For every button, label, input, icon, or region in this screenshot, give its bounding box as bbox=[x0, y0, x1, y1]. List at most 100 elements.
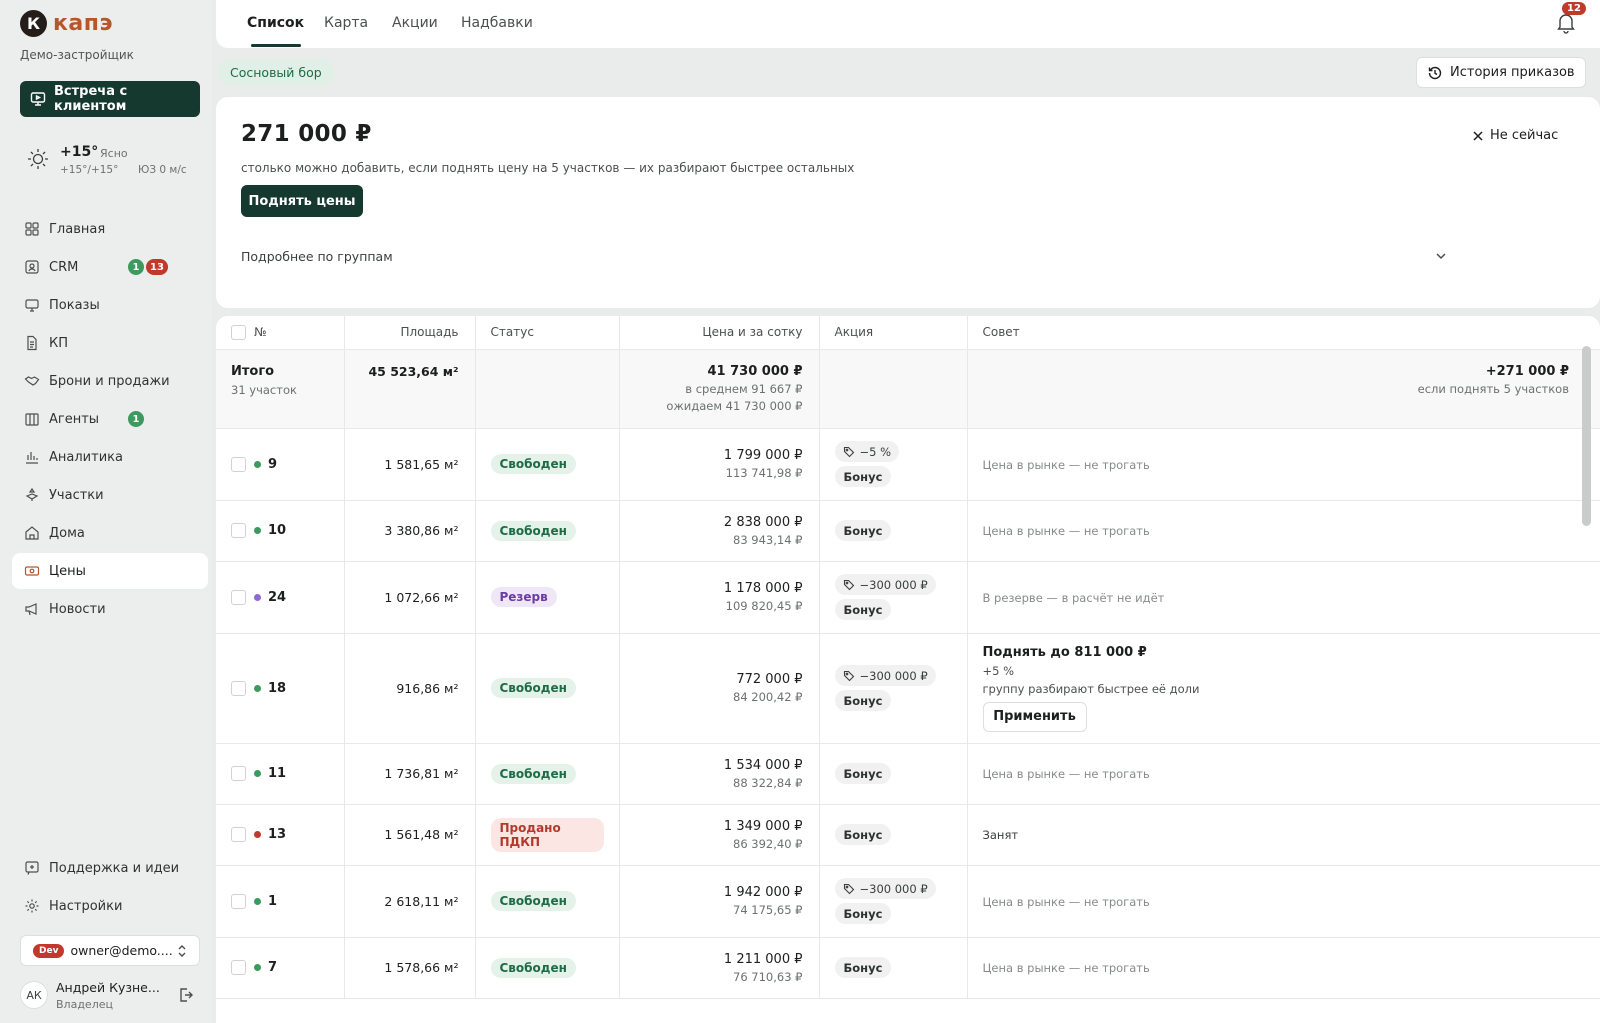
weather-range: +15°/+15° bbox=[60, 164, 119, 176]
lot-number[interactable]: 18 bbox=[268, 681, 286, 696]
lot-price[interactable]: 1 178 000 ₽ bbox=[635, 581, 803, 596]
col-promo[interactable]: Акция bbox=[819, 316, 968, 350]
bonus-pill[interactable]: Бонус bbox=[834, 466, 892, 487]
row-checkbox[interactable] bbox=[231, 680, 246, 696]
logout-icon[interactable] bbox=[178, 987, 194, 1003]
status-badge[interactable]: Резерв bbox=[490, 587, 557, 607]
tab-promotions[interactable]: Акции bbox=[392, 15, 438, 31]
dismiss-button[interactable]: Не сейчас bbox=[1472, 128, 1558, 143]
bonus-pill[interactable]: Бонус bbox=[834, 520, 892, 541]
status-badge[interactable]: Свободен bbox=[490, 891, 576, 911]
row-checkbox[interactable] bbox=[231, 893, 246, 909]
logo-mark: К bbox=[20, 10, 47, 37]
table-row[interactable]: 7 1 578,66 м² Свободен 1 211 000 ₽ 76 710… bbox=[216, 937, 1600, 999]
lot-price[interactable]: 2 838 000 ₽ bbox=[635, 515, 803, 530]
sidebar-item-screen[interactable]: Показы bbox=[12, 287, 208, 323]
lot-number[interactable]: 7 bbox=[268, 960, 277, 975]
sidebar-item-chart[interactable]: Аналитика bbox=[12, 439, 208, 475]
status-dot bbox=[254, 527, 261, 534]
logo[interactable]: К капэ bbox=[20, 10, 113, 37]
chart-icon bbox=[26, 452, 38, 464]
tab-surcharges[interactable]: Надбавки bbox=[461, 15, 533, 31]
sidebar-item-price[interactable]: Цены bbox=[12, 553, 208, 589]
row-checkbox[interactable] bbox=[231, 523, 246, 538]
lot-number[interactable]: 24 bbox=[268, 590, 286, 605]
select-all-checkbox[interactable] bbox=[231, 324, 246, 340]
apply-button[interactable]: Применить bbox=[982, 701, 1087, 732]
total-average: в среднем 91 667 ₽ bbox=[685, 381, 803, 396]
table-row[interactable]: 24 1 072,66 м² Резерв 1 178 000 ₽ 109 820… bbox=[216, 561, 1600, 634]
sidebar-item-building[interactable]: Агенты 1 bbox=[12, 401, 208, 437]
row-checkbox[interactable] bbox=[231, 960, 246, 975]
table-row[interactable]: 1 2 618,11 м² Свободен 1 942 000 ₽ 74 175… bbox=[216, 865, 1600, 938]
lot-price[interactable]: 1 534 000 ₽ bbox=[635, 758, 803, 773]
tab-map[interactable]: Карта bbox=[324, 15, 368, 31]
status-badge[interactable]: Свободен bbox=[490, 520, 576, 541]
lot-number[interactable]: 1 bbox=[268, 894, 277, 909]
recommendation-amount: 271 000 ₽ bbox=[241, 121, 372, 147]
row-checkbox[interactable] bbox=[231, 827, 246, 842]
lot-number[interactable]: 13 bbox=[268, 827, 286, 842]
bonus-pill[interactable]: Бонус bbox=[834, 957, 892, 978]
sidebar-item-gear[interactable]: Настройки bbox=[12, 888, 208, 924]
row-checkbox[interactable] bbox=[231, 589, 246, 605]
row-checkbox[interactable] bbox=[231, 456, 246, 472]
bonus-pill[interactable]: Бонус bbox=[834, 763, 892, 784]
project-pill[interactable]: Сосновый бор bbox=[218, 59, 334, 86]
discount-pill[interactable]: −300 000 ₽ bbox=[834, 878, 936, 899]
bonus-pill[interactable]: Бонус bbox=[834, 824, 892, 845]
sidebar-item-feedback[interactable]: Поддержка и идеи bbox=[12, 850, 208, 886]
row-checkbox[interactable] bbox=[231, 766, 246, 781]
lot-number[interactable]: 9 bbox=[268, 457, 277, 472]
discount-pill[interactable]: −300 000 ₽ bbox=[834, 665, 936, 686]
discount-pill[interactable]: −300 000 ₽ bbox=[834, 574, 936, 595]
table-row[interactable]: 18 916,86 м² Свободен 772 000 ₽ 84 200,42… bbox=[216, 633, 1600, 744]
lot-price[interactable]: 1 211 000 ₽ bbox=[635, 952, 803, 967]
sidebar-item-grid[interactable]: Главная bbox=[12, 211, 208, 247]
lot-price[interactable]: 772 000 ₽ bbox=[635, 672, 802, 687]
sidebar-item-document[interactable]: КП bbox=[12, 325, 208, 361]
lot-price[interactable]: 1 349 000 ₽ bbox=[635, 819, 803, 834]
col-status[interactable]: Статус bbox=[475, 316, 620, 350]
table-row[interactable]: 11 1 736,81 м² Свободен 1 534 000 ₽ 88 32… bbox=[216, 743, 1600, 805]
status-badge[interactable]: Свободен bbox=[490, 454, 576, 474]
sidebar-item-handshake[interactable]: Брони и продажи bbox=[12, 363, 208, 399]
table-row[interactable]: 9 1 581,65 м² Свободен 1 799 000 ₽ 113 74… bbox=[216, 428, 1600, 501]
col-number[interactable]: № bbox=[216, 316, 345, 350]
status-badge[interactable]: Продано ПДКП bbox=[490, 817, 604, 852]
col-advice[interactable]: Совет bbox=[967, 316, 1600, 350]
bell-icon[interactable] bbox=[1556, 12, 1576, 34]
discount-pill[interactable]: −5 % bbox=[834, 441, 900, 462]
lot-number[interactable]: 10 bbox=[268, 523, 286, 538]
sidebar-item-megaphone[interactable]: Новости bbox=[12, 591, 208, 627]
sidebar-item-contact[interactable]: CRM 1 13 bbox=[12, 249, 208, 285]
client-meeting-button[interactable]: Встреча с клиентом bbox=[20, 81, 200, 117]
raise-prices-button[interactable]: Поднять цены bbox=[241, 185, 363, 217]
lot-price[interactable]: 1 799 000 ₽ bbox=[635, 448, 803, 463]
price-per-sotka: 109 820,45 ₽ bbox=[725, 599, 803, 613]
col-price[interactable]: Цена и за сотку bbox=[619, 316, 820, 350]
col-area[interactable]: Площадь bbox=[344, 316, 476, 350]
tab-list[interactable]: Список bbox=[247, 15, 304, 31]
status-badge[interactable]: Свободен bbox=[490, 678, 576, 698]
table-row[interactable]: 13 1 561,48 м² Продано ПДКП 1 349 000 ₽ 8… bbox=[216, 804, 1600, 866]
lot-price[interactable]: 1 942 000 ₽ bbox=[635, 885, 803, 900]
user-name: Андрей Кузне... bbox=[56, 980, 160, 995]
col-number-label: № bbox=[254, 324, 267, 339]
bonus-pill[interactable]: Бонус bbox=[834, 690, 892, 711]
group-details-toggle[interactable]: Подробнее по группам bbox=[241, 249, 393, 264]
bonus-pill[interactable]: Бонус bbox=[834, 903, 892, 924]
status-badge[interactable]: Свободен bbox=[490, 957, 576, 978]
account-switcher[interactable]: Dev owner@demo.... bbox=[20, 935, 200, 966]
status-badge[interactable]: Свободен bbox=[490, 763, 576, 784]
table-row[interactable]: 10 3 380,86 м² Свободен 2 838 000 ₽ 83 94… bbox=[216, 500, 1600, 562]
sidebar-item-home[interactable]: Дома bbox=[12, 515, 208, 551]
chevron-down-icon[interactable] bbox=[1434, 249, 1448, 263]
order-history-button[interactable]: История приказов bbox=[1416, 57, 1586, 88]
sidebar-item-plot[interactable]: Участки bbox=[12, 477, 208, 513]
bonus-pill[interactable]: Бонус bbox=[834, 599, 892, 620]
avatar[interactable]: АК bbox=[20, 981, 48, 1009]
grid-icon bbox=[25, 222, 39, 236]
table-scrollbar[interactable] bbox=[1582, 346, 1591, 526]
lot-number[interactable]: 11 bbox=[268, 766, 286, 781]
